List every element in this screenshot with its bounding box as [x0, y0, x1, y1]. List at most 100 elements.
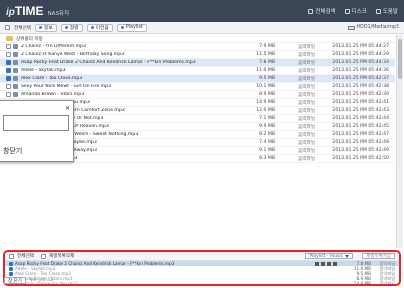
file-row[interactable]: Amanda Brown - Stars.mp3 8.9 MB 음악파일 2013.0… — [0, 91, 395, 99]
file-row[interactable]: Adele - Skyfall.mp3 11.0 MB 음악파일 2013.01.25… — [0, 67, 395, 75]
file-date: 2013.01.25 PM 05:42:39 — [332, 92, 389, 97]
file-checkbox[interactable] — [6, 76, 11, 81]
file-type: 음악파일 — [298, 140, 315, 146]
previous-button[interactable]: 이전음 — [86, 23, 113, 32]
file-checkbox[interactable] — [6, 44, 11, 49]
playlist-select-all-label: 전체선택 — [17, 254, 34, 259]
file-date: 2013.01.25 PM 05:44:29 — [332, 52, 389, 57]
topnav-search[interactable]: 전체검색 — [308, 7, 336, 15]
file-checkbox[interactable] — [6, 60, 11, 65]
file-type: 음악파일 — [298, 116, 315, 122]
playlist-select-all-checkbox[interactable] — [9, 253, 14, 259]
file-name: Asap Rocky Feat Drake 2 Chainz And Kendr… — [21, 60, 196, 65]
app-titlebar: ipTIME NAS뮤직 전체검색 디스크 도움말 — [0, 0, 404, 22]
file-checkbox[interactable] — [6, 92, 11, 97]
playlist-item-checkbox[interactable] — [9, 266, 13, 271]
file-name: 2 Chainz - I'm Different.mp3 — [21, 44, 86, 49]
file-checkbox[interactable] — [6, 68, 11, 73]
playlist-item-type: 음악파일 — [379, 280, 395, 286]
file-size: 9.1 MB — [259, 148, 275, 153]
parent-folder-row[interactable]: 상위폴더 이동 — [0, 35, 395, 43]
file-row[interactable]: Asap Rocky Feat Drake 2 Chainz And Kendr… — [0, 59, 395, 67]
select-all-checkbox[interactable] — [5, 25, 10, 30]
search-icon — [308, 8, 314, 14]
file-size: 11.0 MB — [256, 68, 275, 73]
file-type: 음악파일 — [298, 60, 315, 66]
file-type: 음악파일 — [298, 100, 315, 106]
music-file-icon — [13, 84, 18, 89]
file-size: 8.2 MB — [259, 132, 275, 137]
playlist-row[interactable]: Beyonce - Dance For You.mp3 14.9 MB 음악파일 — [5, 280, 399, 286]
music-file-icon — [13, 76, 18, 81]
select-all-label: 전체선택 — [14, 25, 31, 31]
current-path: HDD1/Media/mp3 — [347, 25, 399, 30]
previous-icon — [90, 26, 94, 29]
file-date: 2013.01.25 PM 05:44:36 — [332, 68, 389, 73]
topnav-disk[interactable]: 디스크 — [344, 7, 367, 15]
file-size: 8.9 MB — [259, 92, 275, 97]
playlist-item-checkbox[interactable] — [9, 261, 13, 266]
playlist-item-size: 14.9 MB — [353, 281, 371, 286]
file-name: Sexy Pour Nick Mewt - Girl On Fire.mp3 — [21, 84, 111, 89]
file-type: 음악파일 — [298, 148, 315, 154]
file-row[interactable]: 2 Chainz Ft Kanye West - Birthday Song.m… — [0, 51, 395, 59]
playlist-header: 전체선택 재생목록삭제 Playlist - music 재생목록저장 — [5, 252, 399, 261]
music-file-icon — [13, 44, 18, 49]
file-date: 2013.01.25 PM 05:42:38 — [332, 84, 389, 89]
file-size: 11.5 MB — [256, 52, 275, 57]
file-date: 2013.01.25 PM 05:42:41 — [332, 100, 389, 105]
playlist-delete-checkbox[interactable] — [40, 253, 46, 259]
scrollbar-thumb[interactable] — [398, 39, 402, 79]
dialog-close-label[interactable]: 창닫기 — [3, 146, 22, 156]
close-window-button[interactable]: 창 닫기 — [4, 277, 26, 284]
file-size: 9.9 MB — [259, 124, 275, 129]
playlist-item-checkbox[interactable] — [9, 271, 13, 276]
help-icon — [375, 8, 381, 14]
close-icon[interactable]: ✕ — [65, 105, 70, 112]
file-row[interactable]: Sexy Pour Nick Mewt - Girl On Fire.mp3 10… — [0, 83, 395, 91]
file-checkbox[interactable] — [6, 52, 11, 57]
file-checkbox[interactable] — [6, 84, 11, 89]
app-logo: ipTIME — [6, 4, 44, 18]
file-date: 2013.01.25 PM 05:44:34 — [332, 60, 389, 65]
music-file-icon — [13, 52, 18, 57]
file-row[interactable]: 2 Chainz - I'm Different.mp3 7.9 MB 음악파일 20… — [0, 43, 395, 51]
disk-icon — [344, 8, 350, 14]
music-file-icon — [13, 68, 18, 73]
file-date: 2013.01.25 PM 05:44:27 — [332, 44, 389, 49]
playlist-icon — [120, 26, 124, 29]
music-file-icon — [13, 60, 18, 65]
file-name: Amanda Brown - Stars.mp3 — [21, 92, 85, 97]
file-date: 2013.01.25 PM 05:42:44 — [332, 116, 389, 121]
file-date: 2013.01.25 PM 05:42:50 — [332, 156, 389, 161]
bottom-bar: 창 닫기 Ver 1.0.32 — [4, 277, 53, 284]
file-type: 음악파일 — [298, 108, 315, 114]
app-subtitle: NAS뮤직 — [47, 10, 70, 17]
file-date: 2013.01.25 PM 05:42:47 — [332, 132, 389, 137]
dialog-input[interactable] — [3, 115, 69, 131]
file-type: 음악파일 — [298, 156, 315, 162]
playlist-select[interactable]: Playlist - music — [305, 253, 354, 259]
file-type: 음악파일 — [298, 124, 315, 130]
file-row[interactable]: Alex Clare - Too Close.mp3 9.5 MB 음악파일 2013… — [0, 75, 395, 83]
playlist-delete-label[interactable]: 재생목록삭제 — [49, 253, 74, 259]
file-size: 7.1 MB — [259, 116, 275, 121]
file-date: 2013.01.25 PM 05:42:45 — [332, 124, 389, 129]
file-list-scrollbar[interactable] — [396, 35, 403, 248]
file-type: 음악파일 — [298, 44, 315, 50]
playlist-item-name: Beyonce - Dance For You.mp3 — [15, 281, 78, 286]
info-button[interactable]: 정보 — [34, 23, 57, 32]
file-type: 음악파일 — [298, 132, 315, 138]
file-size: 7.8 MB — [259, 60, 275, 65]
topnav-help[interactable]: 도움말 — [375, 7, 398, 15]
playlist-save-button[interactable]: 재생목록저장 — [362, 253, 395, 259]
file-size: 8.3 MB — [259, 156, 275, 161]
file-size: 7.9 MB — [259, 44, 275, 49]
sort-button[interactable]: 정렬 — [60, 23, 83, 32]
file-type: 음악파일 — [298, 84, 315, 90]
file-type: 음악파일 — [298, 68, 315, 74]
file-size: 14.9 MB — [256, 100, 275, 105]
music-file-icon — [13, 92, 18, 97]
file-size: 10.1 MB — [256, 84, 275, 89]
playlist-button[interactable]: Playlist — [116, 23, 147, 32]
